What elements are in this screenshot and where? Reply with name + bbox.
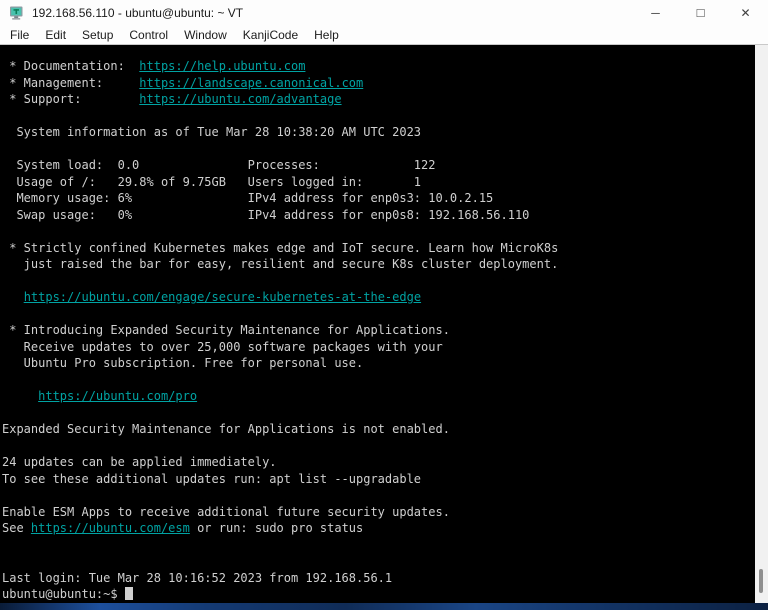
- terminal-line: Last login: Tue Mar 28 10:16:52 2023 fro…: [2, 570, 755, 587]
- terminal-link[interactable]: https://landscape.canonical.com: [139, 76, 363, 90]
- terminal-text: See: [2, 521, 31, 535]
- tera-term-icon[interactable]: [9, 6, 24, 20]
- terminal-text: Receive updates to over 25,000 software …: [2, 339, 443, 354]
- terminal-text: Usage of /: 29.8% of 9.75GB Users logged…: [2, 174, 422, 189]
- terminal-line: 24 updates can be applied immediately.: [2, 454, 755, 471]
- terminal-line: System load: 0.0 Processes: 122: [2, 157, 755, 174]
- minimize-icon: ─: [651, 6, 660, 20]
- terminal-text: or run: sudo pro status: [189, 521, 364, 535]
- maximize-icon: □: [696, 4, 705, 20]
- terminal-line: Usage of /: 29.8% of 9.75GB Users logged…: [2, 174, 755, 191]
- terminal-text: System load: 0.0 Processes: 122: [2, 158, 436, 172]
- terminal-line: * Management: https://landscape.canonica…: [2, 75, 755, 92]
- scrollbar[interactable]: [755, 45, 768, 603]
- window-controls: ─ □ ✕: [633, 0, 768, 26]
- terminal-line: Memory usage: 6% IPv4 address for enp0s3…: [2, 190, 755, 207]
- menu-item-edit[interactable]: Edit: [37, 26, 74, 44]
- terminal-line: Receive updates to over 25,000 software …: [2, 339, 755, 356]
- terminal-line: ubuntu@ubuntu:~$: [2, 586, 755, 603]
- terminal-line: Ubuntu Pro subscription. Free for person…: [2, 355, 755, 372]
- menu-item-kanjicode[interactable]: KanjiCode: [235, 26, 306, 44]
- terminal-text: Swap usage: 0% IPv4 address for enp0s8: …: [2, 207, 530, 222]
- terminal-line: * Documentation: https://help.ubuntu.com: [2, 58, 755, 75]
- scrollbar-thumb[interactable]: [759, 569, 763, 593]
- terminal-screen[interactable]: * Documentation: https://help.ubuntu.com…: [0, 45, 755, 603]
- terminal-text: * Documentation:: [2, 59, 140, 73]
- terminal-text: just raised the bar for easy, resilient …: [2, 257, 559, 271]
- titlebar[interactable]: 192.168.56.110 - ubuntu@ubuntu: ~ VT ─ □…: [0, 0, 768, 26]
- menu-item-control[interactable]: Control: [121, 26, 176, 44]
- terminal-text: System information as of Tue Mar 28 10:3…: [2, 125, 422, 139]
- terminal-text: Ubuntu Pro subscription. Free for person…: [2, 356, 364, 370]
- terminal-text: * Strictly confined Kubernetes makes edg…: [2, 240, 559, 255]
- terminal-link[interactable]: https://ubuntu.com/esm: [31, 521, 190, 535]
- terminal-text: Last login: Tue Mar 28 10:16:52 2023 fro…: [2, 570, 393, 585]
- terminal-text: ubuntu@ubuntu:~$: [2, 587, 125, 601]
- terminal-text: * Support:: [2, 92, 140, 106]
- terminal-text: Memory usage: 6% IPv4 address for enp0s3…: [2, 191, 494, 205]
- menu-item-file[interactable]: File: [2, 26, 37, 44]
- terminal-line: https://ubuntu.com/pro: [2, 388, 755, 405]
- terminal-line: * Strictly confined Kubernetes makes edg…: [2, 240, 755, 257]
- terminal-line: To see these additional updates run: apt…: [2, 471, 755, 488]
- terminal-line: Swap usage: 0% IPv4 address for enp0s8: …: [2, 207, 755, 224]
- terminal-line: Expanded Security Maintenance for Applic…: [2, 421, 755, 438]
- terminal-line: See https://ubuntu.com/esm or run: sudo …: [2, 520, 755, 537]
- close-button[interactable]: ✕: [723, 0, 768, 26]
- window-title: 192.168.56.110 - ubuntu@ubuntu: ~ VT: [32, 6, 244, 20]
- terminal-text: Expanded Security Maintenance for Applic…: [2, 422, 450, 436]
- terminal-text: * Introducing Expanded Security Maintena…: [2, 323, 450, 337]
- menu-item-window[interactable]: Window: [176, 26, 235, 44]
- menu-item-help[interactable]: Help: [306, 26, 347, 44]
- menu-bar: File Edit Setup Control Window KanjiCode…: [0, 26, 768, 45]
- terminal-line: https://ubuntu.com/engage/secure-kuberne…: [2, 289, 755, 306]
- terminal-line: Enable ESM Apps to receive additional fu…: [2, 504, 755, 521]
- tera-term-window: 192.168.56.110 - ubuntu@ubuntu: ~ VT ─ □…: [0, 0, 768, 610]
- terminal-link[interactable]: https://ubuntu.com/advantage: [139, 92, 341, 106]
- maximize-button[interactable]: □: [678, 0, 723, 26]
- terminal-line: just raised the bar for easy, resilient …: [2, 256, 755, 273]
- terminal-text: * Management:: [2, 75, 140, 90]
- terminal-line: System information as of Tue Mar 28 10:3…: [2, 124, 755, 141]
- terminal-link[interactable]: https://ubuntu.com/engage/secure-kuberne…: [24, 290, 421, 304]
- terminal-text: To see these additional updates run: apt…: [2, 471, 422, 486]
- desktop-taskbar-strip: [0, 603, 768, 610]
- terminal-area: * Documentation: https://help.ubuntu.com…: [0, 45, 768, 603]
- terminal-link[interactable]: https://help.ubuntu.com: [139, 59, 305, 73]
- minimize-button[interactable]: ─: [633, 0, 678, 26]
- menu-item-setup[interactable]: Setup: [74, 26, 121, 44]
- terminal-link[interactable]: https://ubuntu.com/pro: [38, 389, 197, 403]
- terminal-line: * Introducing Expanded Security Maintena…: [2, 322, 755, 339]
- terminal-line: * Support: https://ubuntu.com/advantage: [2, 91, 755, 108]
- terminal-text: Enable ESM Apps to receive additional fu…: [2, 504, 450, 519]
- terminal-cursor: [124, 587, 133, 600]
- terminal-text: 24 updates can be applied immediately.: [2, 455, 277, 469]
- close-icon: ✕: [740, 6, 751, 20]
